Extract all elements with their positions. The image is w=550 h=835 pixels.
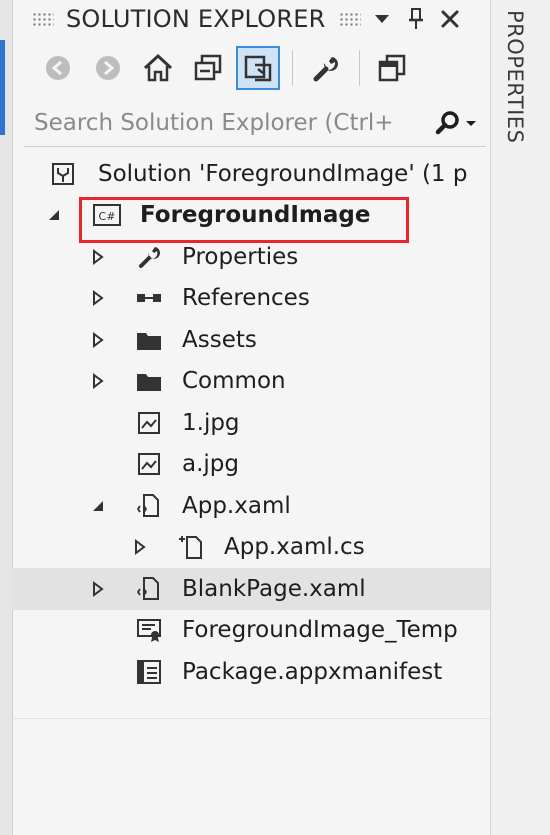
wrench-icon [134,242,164,272]
collapsed-arrow-icon[interactable] [88,330,108,350]
pin-icon[interactable] [403,6,429,32]
tree-item-label: Package.appxmanifest [182,658,443,685]
tree-item-label: 1.jpg [182,409,240,436]
collapse-icon [194,54,222,81]
search-input[interactable]: Search Solution Explorer (Ctrl+ [24,110,426,136]
toolbar-separator [292,50,293,86]
folder-icon [134,366,164,396]
editor-accent-bar [0,40,5,135]
properties-button[interactable] [303,46,347,90]
drag-grip-right-icon[interactable] [339,12,362,26]
drag-grip-icon[interactable] [32,12,54,26]
tree-item-common[interactable]: Common [12,361,490,403]
windows-icon [378,54,406,82]
tree-item-solution[interactable]: Solution 'ForegroundImage' (1 p [12,153,490,195]
tree-item-1-jpg[interactable]: 1.jpg [12,402,490,444]
collapsed-arrow-icon[interactable] [88,579,108,599]
collapsed-arrow-icon[interactable] [88,371,108,391]
tree-item-label: Solution 'ForegroundImage' (1 p [98,160,468,187]
tree-item-label: a.jpg [182,451,239,478]
expanded-arrow-icon[interactable] [44,205,64,225]
tree-item-label: ForegroundImage_Temp [182,617,458,644]
solution-explorer-window: SOLUTION EXPLORER Search Solution Explor… [0,0,550,835]
tree-item-certificate[interactable]: ForegroundImage_Temp [12,610,490,652]
tree-item-package-manifest[interactable]: Package.appxmanifest [12,651,490,693]
forward-button[interactable] [86,46,130,90]
tree-item-references[interactable]: References [12,278,490,320]
divider [12,718,490,719]
toolbar-separator-2 [359,50,360,86]
cs-code-file-icon [176,532,206,562]
references-icon [134,283,164,313]
panel-title: SOLUTION EXPLORER [66,5,326,33]
tree-item-label: Common [182,368,286,395]
home-icon [143,53,173,82]
collapsed-arrow-icon[interactable] [88,288,108,308]
collapsed-arrow-icon[interactable] [88,247,108,267]
expanded-arrow-icon[interactable] [88,496,108,516]
sync-icon [244,55,272,82]
forward-arrow-icon [96,56,120,80]
search-options-button[interactable] [426,103,486,143]
close-icon[interactable] [437,6,463,32]
new-view-button[interactable] [370,46,414,90]
certificate-icon [134,615,164,645]
tree-item-label: App.xaml.cs [224,534,365,561]
collapse-all-button[interactable] [186,46,230,90]
collapsed-arrow-icon[interactable] [130,537,150,557]
xaml-file-icon [134,491,164,521]
solution-explorer-toolbar [36,42,486,94]
annotation-highlight-box [79,197,409,243]
image-file-icon [134,408,164,438]
home-button[interactable] [136,46,180,90]
dropdown-arrow-icon[interactable] [369,6,395,32]
tree-item-a-jpg[interactable]: a.jpg [12,444,490,486]
title-bar[interactable]: SOLUTION EXPLORER [12,0,490,38]
back-arrow-icon [46,56,70,80]
properties-tab-label: PROPERTIES [503,10,527,144]
search-box[interactable]: Search Solution Explorer (Ctrl+ [24,100,486,147]
tree-item-label: Properties [182,243,299,270]
back-button[interactable] [36,46,80,90]
tree-item-label: BlankPage.xaml [182,575,366,602]
tree-item-blankpage-xaml[interactable]: BlankPage.xaml [12,568,490,610]
sync-active-document-button[interactable] [236,46,280,90]
tree-item-app-xaml[interactable]: App.xaml [12,485,490,527]
tree-item-label: Assets [182,326,257,353]
tree-item-app-xaml-cs[interactable]: App.xaml.cs [12,527,490,569]
manifest-icon [134,657,164,687]
solution-icon [48,159,78,189]
tree-item-assets[interactable]: Assets [12,319,490,361]
chevron-down-icon [466,121,476,126]
tree-item-label: References [182,285,310,312]
image-file-icon [134,449,164,479]
tree-item-label: App.xaml [182,492,291,519]
search-icon [435,111,459,135]
folder-icon [134,325,164,355]
wrench-icon [313,57,338,82]
properties-side-tab[interactable]: PROPERTIES [490,0,550,835]
xaml-file-icon [134,574,164,604]
